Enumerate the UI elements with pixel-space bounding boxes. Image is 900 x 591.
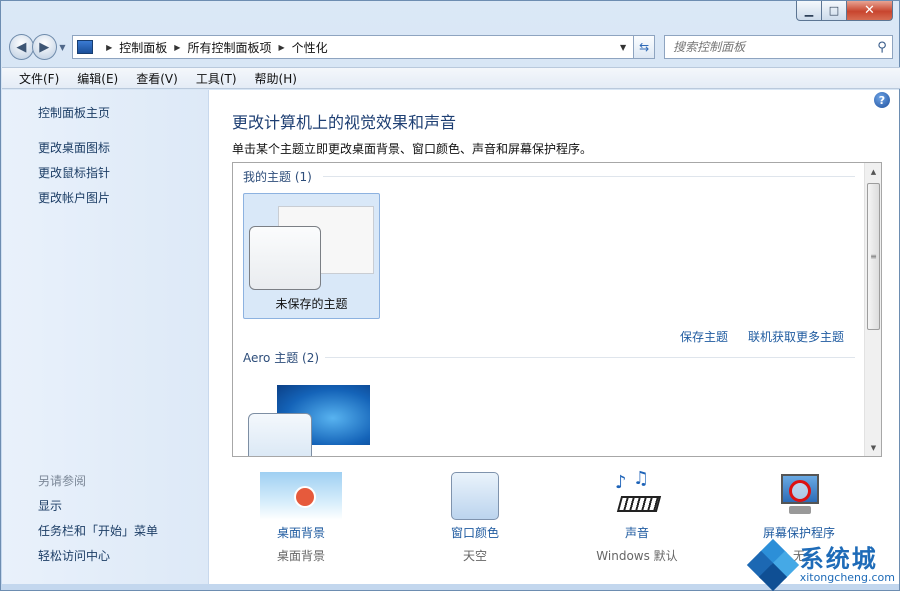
mascot-icon: [294, 486, 316, 508]
breadcrumb-personalization[interactable]: 个性化: [292, 39, 328, 56]
sounds-setting[interactable]: ♪ ♫ 声音 Windows 默认: [567, 468, 707, 564]
sounds-value: Windows 默认: [596, 549, 678, 563]
main-content: ? 更改计算机上的视觉效果和声音 单击某个主题立即更改桌面背景、窗口颜色、声音和…: [209, 90, 899, 584]
scroll-down-arrow-icon[interactable]: ▼: [865, 439, 881, 456]
sidebar-ease-of-access[interactable]: 轻松访问中心: [38, 547, 110, 564]
desktop-background-link[interactable]: 桌面背景: [231, 524, 371, 541]
see-also-heading: 另请参阅: [38, 474, 87, 488]
no-symbol-icon: [789, 480, 811, 502]
keyboard-icon: [616, 496, 662, 512]
search-box[interactable]: ⚲: [664, 35, 893, 59]
control-panel-icon: [77, 40, 94, 54]
task-sidebar: 控制面板主页 更改桌面图标 更改鼠标指针 更改帐户图片 另请参阅 显示 任务栏和…: [2, 90, 209, 584]
save-theme-link[interactable]: 保存主题: [680, 328, 728, 345]
group-divider: [325, 357, 855, 358]
chevron-right-icon: ▶: [278, 42, 285, 52]
sidebar-change-mouse-pointers[interactable]: 更改鼠标指针: [38, 164, 110, 181]
site-watermark: 系统城 xitongcheng.com: [746, 538, 895, 591]
desktop-background-value: 桌面背景: [276, 549, 325, 563]
page-subtitle: 单击某个主题立即更改桌面背景、窗口颜色、声音和屏幕保护程序。: [232, 142, 593, 156]
group-divider: [323, 176, 855, 177]
my-themes-group-label: 我的主题 (1): [243, 170, 312, 184]
screen-saver-link[interactable]: 屏幕保护程序: [729, 524, 869, 541]
breadcrumb-item[interactable]: ▶ 个性化: [271, 39, 327, 56]
theme-list: 我的主题 (1) 未保存的主题 保存主题 联机获取更多主题 Aero 主题 (2…: [232, 162, 882, 457]
recent-pages-dropdown[interactable]: ▼: [57, 43, 68, 52]
menu-bar: 文件(F) 编辑(E) 查看(V) 工具(T) 帮助(H): [2, 67, 900, 89]
maximize-button[interactable]: □: [822, 1, 847, 21]
aero-themes-group-label: Aero 主题 (2): [243, 351, 320, 365]
window-color-icon: [451, 472, 499, 520]
sounds-link[interactable]: 声音: [567, 524, 707, 541]
window-color-value: 天空: [462, 549, 487, 563]
personalization-window: ▁ □ ✕ ◀ ▶ ▼ ▶ 控制面板 ▶ 所有控制面板项 ▶ 个性化 ▼ ⇆ ⚲ 文件…: [0, 0, 900, 591]
watermark-logo-icon: [746, 538, 799, 591]
music-note-icon: ♫: [633, 468, 650, 489]
sidebar-control-panel-home[interactable]: 控制面板主页: [38, 104, 110, 121]
desktop-background-setting[interactable]: 桌面背景 桌面背景: [231, 472, 371, 564]
menu-view[interactable]: 查看(V): [127, 70, 187, 87]
help-icon[interactable]: ?: [874, 92, 890, 108]
monitor-stand-icon: [789, 506, 811, 514]
sidebar-change-account-picture[interactable]: 更改帐户图片: [38, 189, 110, 206]
scroll-up-arrow-icon[interactable]: ▲: [865, 163, 881, 180]
theme-tile-label: 未保存的主题: [275, 297, 348, 311]
theme-preview-window: [248, 413, 312, 456]
theme-preview-window: [249, 226, 321, 290]
unsaved-theme-tile[interactable]: 未保存的主题: [243, 193, 380, 319]
breadcrumb-item[interactable]: ▶ 控制面板: [99, 39, 167, 56]
address-dropdown-icon[interactable]: ▼: [613, 43, 633, 52]
watermark-text: 系统城 xitongcheng.com: [800, 546, 895, 584]
sounds-icon: ♪ ♫: [613, 468, 662, 520]
sidebar-change-desktop-icons[interactable]: 更改桌面图标: [38, 139, 110, 156]
screen-saver-icon: [775, 472, 823, 520]
menu-tools[interactable]: 工具(T): [187, 70, 246, 87]
window-color-link[interactable]: 窗口颜色: [405, 524, 545, 541]
desktop-background-icon: [260, 472, 342, 520]
navigation-bar: ◀ ▶ ▼ ▶ 控制面板 ▶ 所有控制面板项 ▶ 个性化 ▼ ⇆ ⚲: [9, 31, 893, 63]
theme-list-scrollbar[interactable]: ▲ ≡ ▼: [864, 163, 881, 456]
search-input[interactable]: [673, 40, 872, 54]
page-title: 更改计算机上的视觉效果和声音: [232, 113, 457, 132]
chevron-right-icon: ▶: [174, 42, 181, 52]
watermark-text-en: xitongcheng.com: [799, 571, 895, 584]
sidebar-taskbar-start-menu[interactable]: 任务栏和「开始」菜单: [38, 522, 158, 539]
address-bar[interactable]: ▶ 控制面板 ▶ 所有控制面板项 ▶ 个性化 ▼: [72, 35, 635, 59]
search-icon[interactable]: ⚲: [872, 40, 892, 55]
forward-button[interactable]: ▶: [31, 34, 57, 60]
sidebar-display[interactable]: 显示: [38, 497, 62, 514]
close-button[interactable]: ✕: [847, 1, 893, 21]
window-color-setting[interactable]: 窗口颜色 天空: [405, 472, 545, 564]
breadcrumb-all-items[interactable]: 所有控制面板项: [187, 39, 271, 56]
menu-help[interactable]: 帮助(H): [246, 70, 306, 87]
minimize-button[interactable]: ▁: [796, 1, 822, 21]
get-more-themes-link[interactable]: 联机获取更多主题: [748, 328, 844, 345]
breadcrumb-control-panel[interactable]: 控制面板: [119, 39, 167, 56]
chevron-right-icon: ▶: [106, 42, 113, 52]
watermark-text-cn: 系统城: [799, 545, 878, 573]
breadcrumb-item[interactable]: ▶ 所有控制面板项: [167, 39, 271, 56]
scroll-thumb[interactable]: ≡: [867, 183, 880, 330]
back-button[interactable]: ◀: [9, 34, 34, 60]
menu-file[interactable]: 文件(F): [10, 70, 68, 87]
refresh-button[interactable]: ⇆: [634, 35, 656, 59]
caption-buttons: ▁ □ ✕: [796, 1, 893, 21]
music-note-icon: ♪: [615, 472, 627, 493]
menu-edit[interactable]: 编辑(E): [68, 70, 127, 87]
